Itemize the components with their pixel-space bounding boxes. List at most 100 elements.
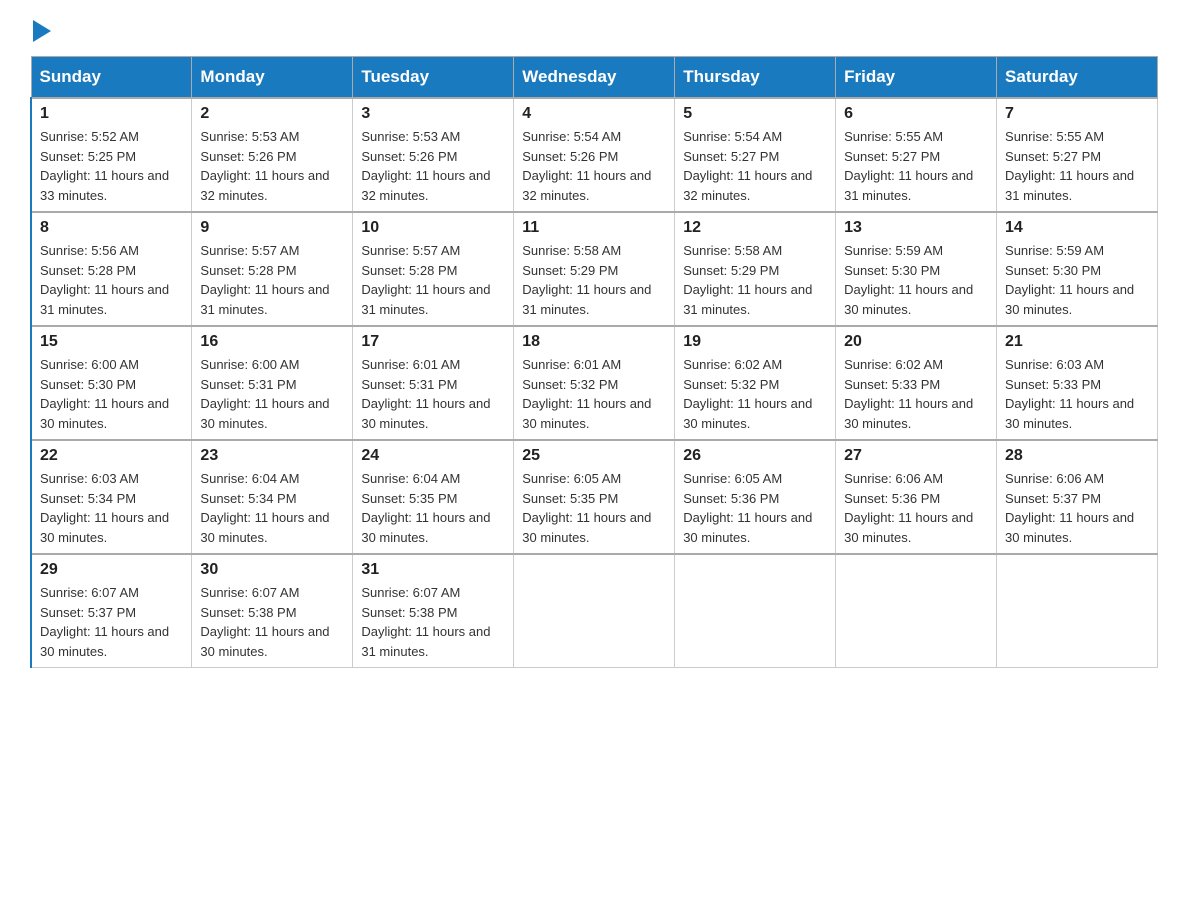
calendar-day-cell: 25 Sunrise: 6:05 AMSunset: 5:35 PMDaylig… [514, 440, 675, 554]
day-number: 17 [361, 333, 505, 351]
day-info: Sunrise: 5:57 AMSunset: 5:28 PMDaylight:… [200, 243, 329, 317]
logo-triangle-icon [33, 20, 51, 42]
day-info: Sunrise: 5:58 AMSunset: 5:29 PMDaylight:… [522, 243, 651, 317]
calendar-day-cell [997, 554, 1158, 668]
calendar-day-cell: 5 Sunrise: 5:54 AMSunset: 5:27 PMDayligh… [675, 98, 836, 212]
calendar-day-cell: 12 Sunrise: 5:58 AMSunset: 5:29 PMDaylig… [675, 212, 836, 326]
day-info: Sunrise: 6:00 AMSunset: 5:31 PMDaylight:… [200, 357, 329, 431]
calendar-day-cell: 16 Sunrise: 6:00 AMSunset: 5:31 PMDaylig… [192, 326, 353, 440]
calendar-day-cell: 6 Sunrise: 5:55 AMSunset: 5:27 PMDayligh… [836, 98, 997, 212]
day-number: 26 [683, 447, 827, 465]
day-info: Sunrise: 5:54 AMSunset: 5:27 PMDaylight:… [683, 129, 812, 203]
day-number: 28 [1005, 447, 1149, 465]
day-number: 7 [1005, 105, 1149, 123]
day-info: Sunrise: 6:01 AMSunset: 5:32 PMDaylight:… [522, 357, 651, 431]
day-number: 11 [522, 219, 666, 237]
calendar-day-cell: 21 Sunrise: 6:03 AMSunset: 5:33 PMDaylig… [997, 326, 1158, 440]
day-info: Sunrise: 5:59 AMSunset: 5:30 PMDaylight:… [844, 243, 973, 317]
day-number: 16 [200, 333, 344, 351]
calendar-day-cell: 15 Sunrise: 6:00 AMSunset: 5:30 PMDaylig… [31, 326, 192, 440]
day-number: 30 [200, 561, 344, 579]
day-number: 5 [683, 105, 827, 123]
calendar-day-cell [514, 554, 675, 668]
calendar-day-header: Thursday [675, 57, 836, 99]
calendar-day-cell: 4 Sunrise: 5:54 AMSunset: 5:26 PMDayligh… [514, 98, 675, 212]
day-info: Sunrise: 6:03 AMSunset: 5:33 PMDaylight:… [1005, 357, 1134, 431]
day-number: 13 [844, 219, 988, 237]
calendar-table: SundayMondayTuesdayWednesdayThursdayFrid… [30, 56, 1158, 668]
day-info: Sunrise: 6:05 AMSunset: 5:35 PMDaylight:… [522, 471, 651, 545]
day-info: Sunrise: 6:02 AMSunset: 5:32 PMDaylight:… [683, 357, 812, 431]
calendar-day-cell: 28 Sunrise: 6:06 AMSunset: 5:37 PMDaylig… [997, 440, 1158, 554]
day-number: 1 [40, 105, 183, 123]
day-number: 27 [844, 447, 988, 465]
day-info: Sunrise: 5:55 AMSunset: 5:27 PMDaylight:… [844, 129, 973, 203]
calendar-day-cell: 31 Sunrise: 6:07 AMSunset: 5:38 PMDaylig… [353, 554, 514, 668]
calendar-week-row: 8 Sunrise: 5:56 AMSunset: 5:28 PMDayligh… [31, 212, 1158, 326]
day-number: 6 [844, 105, 988, 123]
day-number: 18 [522, 333, 666, 351]
day-info: Sunrise: 5:58 AMSunset: 5:29 PMDaylight:… [683, 243, 812, 317]
calendar-day-cell: 1 Sunrise: 5:52 AMSunset: 5:25 PMDayligh… [31, 98, 192, 212]
day-info: Sunrise: 6:07 AMSunset: 5:38 PMDaylight:… [200, 585, 329, 659]
day-info: Sunrise: 5:53 AMSunset: 5:26 PMDaylight:… [361, 129, 490, 203]
calendar-day-cell: 10 Sunrise: 5:57 AMSunset: 5:28 PMDaylig… [353, 212, 514, 326]
calendar-day-header: Tuesday [353, 57, 514, 99]
day-number: 12 [683, 219, 827, 237]
day-info: Sunrise: 5:53 AMSunset: 5:26 PMDaylight:… [200, 129, 329, 203]
day-number: 25 [522, 447, 666, 465]
day-info: Sunrise: 6:05 AMSunset: 5:36 PMDaylight:… [683, 471, 812, 545]
day-info: Sunrise: 5:55 AMSunset: 5:27 PMDaylight:… [1005, 129, 1134, 203]
calendar-day-cell: 11 Sunrise: 5:58 AMSunset: 5:29 PMDaylig… [514, 212, 675, 326]
day-number: 24 [361, 447, 505, 465]
calendar-day-header: Friday [836, 57, 997, 99]
calendar-day-cell: 22 Sunrise: 6:03 AMSunset: 5:34 PMDaylig… [31, 440, 192, 554]
calendar-day-cell: 30 Sunrise: 6:07 AMSunset: 5:38 PMDaylig… [192, 554, 353, 668]
day-number: 8 [40, 219, 183, 237]
calendar-day-header: Monday [192, 57, 353, 99]
day-number: 15 [40, 333, 183, 351]
calendar-day-cell: 2 Sunrise: 5:53 AMSunset: 5:26 PMDayligh… [192, 98, 353, 212]
calendar-day-cell: 23 Sunrise: 6:04 AMSunset: 5:34 PMDaylig… [192, 440, 353, 554]
page-header [30, 20, 1158, 42]
day-info: Sunrise: 5:52 AMSunset: 5:25 PMDaylight:… [40, 129, 169, 203]
day-info: Sunrise: 5:56 AMSunset: 5:28 PMDaylight:… [40, 243, 169, 317]
calendar-day-cell: 8 Sunrise: 5:56 AMSunset: 5:28 PMDayligh… [31, 212, 192, 326]
day-number: 2 [200, 105, 344, 123]
day-info: Sunrise: 5:59 AMSunset: 5:30 PMDaylight:… [1005, 243, 1134, 317]
day-number: 20 [844, 333, 988, 351]
day-number: 10 [361, 219, 505, 237]
calendar-day-header: Sunday [31, 57, 192, 99]
calendar-day-cell [836, 554, 997, 668]
day-number: 22 [40, 447, 183, 465]
day-info: Sunrise: 6:06 AMSunset: 5:37 PMDaylight:… [1005, 471, 1134, 545]
day-info: Sunrise: 6:03 AMSunset: 5:34 PMDaylight:… [40, 471, 169, 545]
calendar-day-header: Wednesday [514, 57, 675, 99]
day-info: Sunrise: 5:54 AMSunset: 5:26 PMDaylight:… [522, 129, 651, 203]
logo [30, 20, 51, 42]
calendar-week-row: 22 Sunrise: 6:03 AMSunset: 5:34 PMDaylig… [31, 440, 1158, 554]
calendar-day-cell: 19 Sunrise: 6:02 AMSunset: 5:32 PMDaylig… [675, 326, 836, 440]
day-number: 29 [40, 561, 183, 579]
day-number: 23 [200, 447, 344, 465]
calendar-day-header: Saturday [997, 57, 1158, 99]
calendar-day-cell: 20 Sunrise: 6:02 AMSunset: 5:33 PMDaylig… [836, 326, 997, 440]
day-info: Sunrise: 6:01 AMSunset: 5:31 PMDaylight:… [361, 357, 490, 431]
day-number: 14 [1005, 219, 1149, 237]
calendar-day-cell: 18 Sunrise: 6:01 AMSunset: 5:32 PMDaylig… [514, 326, 675, 440]
day-info: Sunrise: 6:04 AMSunset: 5:35 PMDaylight:… [361, 471, 490, 545]
day-number: 19 [683, 333, 827, 351]
day-number: 21 [1005, 333, 1149, 351]
calendar-week-row: 29 Sunrise: 6:07 AMSunset: 5:37 PMDaylig… [31, 554, 1158, 668]
calendar-week-row: 15 Sunrise: 6:00 AMSunset: 5:30 PMDaylig… [31, 326, 1158, 440]
calendar-day-cell: 14 Sunrise: 5:59 AMSunset: 5:30 PMDaylig… [997, 212, 1158, 326]
day-info: Sunrise: 6:04 AMSunset: 5:34 PMDaylight:… [200, 471, 329, 545]
calendar-day-cell: 13 Sunrise: 5:59 AMSunset: 5:30 PMDaylig… [836, 212, 997, 326]
calendar-day-cell: 9 Sunrise: 5:57 AMSunset: 5:28 PMDayligh… [192, 212, 353, 326]
day-info: Sunrise: 6:07 AMSunset: 5:38 PMDaylight:… [361, 585, 490, 659]
day-info: Sunrise: 6:02 AMSunset: 5:33 PMDaylight:… [844, 357, 973, 431]
day-info: Sunrise: 6:07 AMSunset: 5:37 PMDaylight:… [40, 585, 169, 659]
day-number: 9 [200, 219, 344, 237]
calendar-week-row: 1 Sunrise: 5:52 AMSunset: 5:25 PMDayligh… [31, 98, 1158, 212]
day-info: Sunrise: 6:00 AMSunset: 5:30 PMDaylight:… [40, 357, 169, 431]
